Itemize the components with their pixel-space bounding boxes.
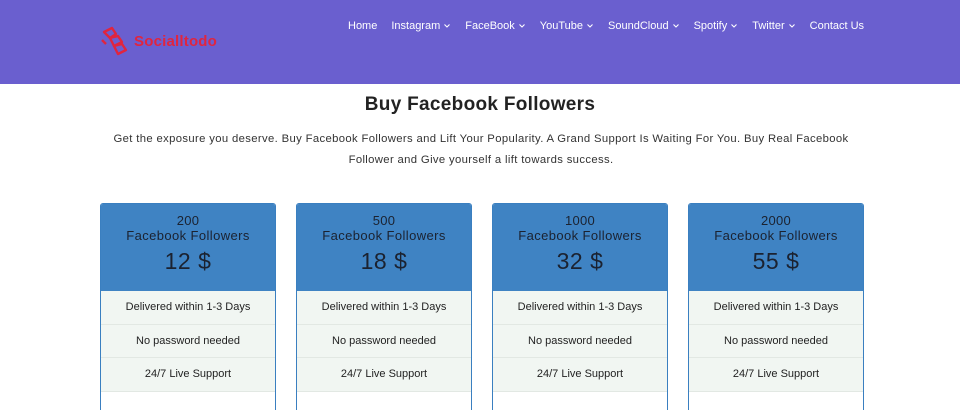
nav-item-label: Twitter	[752, 20, 785, 32]
nav-item-label: Contact Us	[809, 20, 865, 32]
plan-feature: 24/7 Live Support	[493, 358, 667, 392]
nav-item-label: Instagram	[391, 20, 441, 32]
plan-footer	[101, 391, 275, 410]
plan-header: 1000 Facebook Followers 32 $	[493, 204, 667, 291]
plan-unit: Facebook Followers	[518, 228, 642, 243]
chevron-down-icon	[587, 24, 593, 28]
nav-item-spotify[interactable]: Spotify	[687, 19, 746, 33]
nav-item-label: Home	[348, 20, 378, 32]
plan-quantity: 1000	[564, 213, 596, 228]
plan-price: 55 $	[752, 248, 800, 274]
nav-item-home[interactable]: Home	[348, 19, 384, 33]
nav-item-youtube[interactable]: YouTube	[533, 19, 601, 33]
plan-unit: Facebook Followers	[714, 228, 838, 243]
plan-feature: Delivered within 1-3 Days	[297, 291, 471, 325]
nav-item-label: SoundCloud	[608, 20, 669, 32]
plan-feature: No password needed	[297, 324, 471, 358]
plan-footer	[689, 391, 863, 410]
nav-item-twitter[interactable]: Twitter	[745, 19, 802, 33]
brand-name: Socialltodo	[134, 32, 218, 50]
site-logo[interactable]: Socialltodo	[100, 26, 217, 56]
plan-unit: Facebook Followers	[322, 228, 446, 243]
plan-feature: No password needed	[101, 324, 275, 358]
plan-card[interactable]: 1000 Facebook Followers 32 $ Delivered with…	[492, 203, 668, 410]
plan-card[interactable]: 500 Facebook Followers 18 $ Delivered withi…	[296, 203, 472, 410]
nav-item-label: Spotify	[693, 20, 728, 32]
plan-header: 500 Facebook Followers 18 $	[297, 204, 471, 291]
plan-card[interactable]: 2000 Facebook Followers 55 $ Delivered with…	[688, 203, 864, 410]
plan-feature: 24/7 Live Support	[297, 358, 471, 392]
main-nav: Home Instagram FaceBook YouTube SoundCloud Sp…	[348, 19, 871, 33]
logo-mark-icon	[101, 26, 128, 56]
site-header: Socialltodo Home Instagram FaceBook YouTube…	[0, 0, 960, 84]
chevron-down-icon	[788, 24, 795, 28]
chevron-down-icon	[518, 24, 525, 28]
plan-quantity: 2000	[760, 213, 792, 228]
page-title: Buy Facebook Followers	[364, 94, 596, 115]
plan-feature: Delivered within 1-3 Days	[101, 291, 275, 325]
plan-card[interactable]: 200 Facebook Followers 12 $ Delivered withi…	[100, 203, 276, 410]
intro-text: Get the exposure you deserve. Buy Facebo…	[113, 133, 849, 166]
nav-item-facebook[interactable]: FaceBook	[458, 19, 533, 33]
plan-footer	[297, 391, 471, 410]
plan-feature: Delivered within 1-3 Days	[689, 291, 863, 325]
chevron-down-icon	[672, 24, 679, 28]
chevron-down-icon	[444, 24, 451, 28]
plan-feature: Delivered within 1-3 Days	[493, 291, 667, 325]
plan-price: 12 $	[164, 248, 212, 274]
nav-item-contact-us[interactable]: Contact Us	[803, 19, 871, 33]
plan-price: 32 $	[556, 248, 604, 274]
plan-feature: No password needed	[493, 324, 667, 358]
nav-item-label: FaceBook	[465, 20, 515, 32]
nav-item-instagram[interactable]: Instagram	[384, 19, 458, 33]
plan-unit: Facebook Followers	[126, 228, 250, 243]
plan-quantity: 200	[176, 213, 200, 228]
plan-price: 18 $	[360, 248, 408, 274]
chevron-down-icon	[731, 24, 738, 28]
nav-item-label: YouTube	[539, 20, 584, 32]
plan-feature: No password needed	[689, 324, 863, 358]
plan-feature: 24/7 Live Support	[101, 358, 275, 392]
plan-feature: 24/7 Live Support	[689, 358, 863, 392]
plan-footer	[493, 391, 667, 410]
plan-header: 2000 Facebook Followers 55 $	[689, 204, 863, 291]
nav-item-soundcloud[interactable]: SoundCloud	[601, 19, 687, 33]
plan-quantity: 500	[372, 213, 396, 228]
plan-header: 200 Facebook Followers 12 $	[101, 204, 275, 291]
